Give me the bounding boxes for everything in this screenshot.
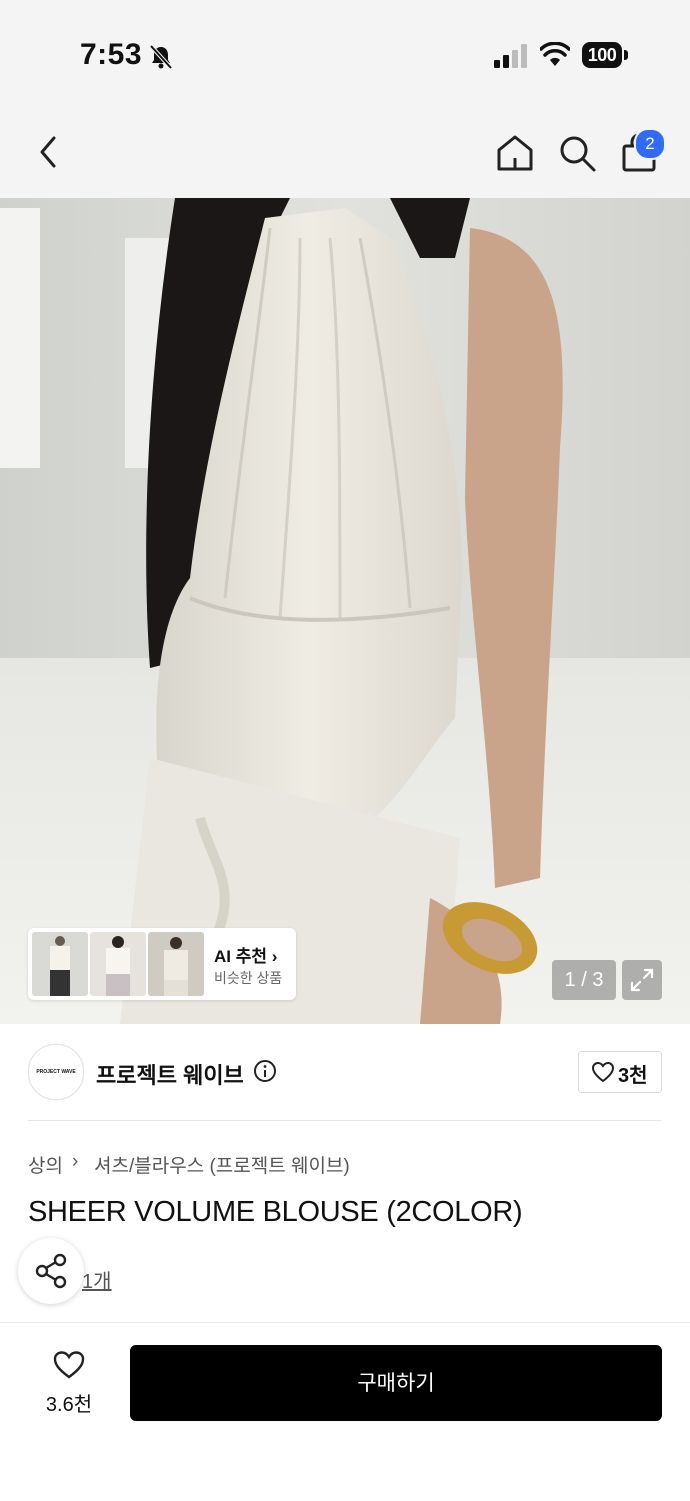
breadcrumb-separator: › [72, 1151, 79, 1172]
product-title: SHEER VOLUME BLOUSE (2COLOR) [28, 1196, 523, 1228]
home-icon[interactable] [494, 132, 536, 174]
buy-button[interactable]: 구매하기 [130, 1345, 662, 1421]
info-icon[interactable] [253, 1059, 277, 1083]
share-button[interactable] [18, 1238, 84, 1304]
brand-logo[interactable]: PROJECT WAVE [28, 1044, 84, 1100]
ai-reco-subtitle: 비슷한 상품 [214, 970, 283, 986]
top-nav [0, 110, 690, 198]
back-arrow-icon[interactable] [30, 132, 70, 172]
brand-name[interactable]: 프로젝트 웨이브 [96, 1058, 244, 1090]
divider [28, 1120, 662, 1121]
search-icon[interactable] [556, 132, 598, 174]
share-icon [35, 1253, 67, 1289]
bell-muted-icon [149, 44, 173, 70]
product-image-carousel[interactable] [0, 198, 690, 1024]
product-photo [0, 198, 690, 1024]
similar-product-thumb[interactable] [90, 932, 146, 996]
expand-icon [630, 968, 654, 992]
breadcrumb-subcategory[interactable]: 셔츠/블라우스 (프로젝트 웨이브) [94, 1151, 350, 1178]
heart-icon [591, 1061, 615, 1083]
review-link[interactable]: 1개 [82, 1265, 112, 1294]
brand-like-count: 3천 [618, 1065, 648, 1087]
expand-image-button[interactable] [622, 960, 662, 1000]
cellular-signal-icon [494, 44, 527, 68]
ai-reco-title: AI 추천 › [214, 947, 278, 966]
battery-level: 100 [582, 42, 622, 68]
similar-product-thumb[interactable] [148, 932, 204, 996]
battery-icon: 100 [582, 42, 630, 70]
similar-product-thumb[interactable] [32, 932, 88, 996]
wifi-icon [540, 42, 570, 66]
wishlist-count: 3.6천 [45, 1394, 93, 1416]
breadcrumb-category[interactable]: 상의 [28, 1151, 63, 1178]
ai-recommendation-card[interactable]: AI 추천 › 비슷한 상품 [28, 928, 296, 1000]
status-time: 7:53 [80, 38, 143, 71]
cart-count-badge: 2 [634, 128, 666, 160]
image-pager: 1 / 3 [552, 960, 616, 1000]
heart-icon [53, 1351, 85, 1379]
